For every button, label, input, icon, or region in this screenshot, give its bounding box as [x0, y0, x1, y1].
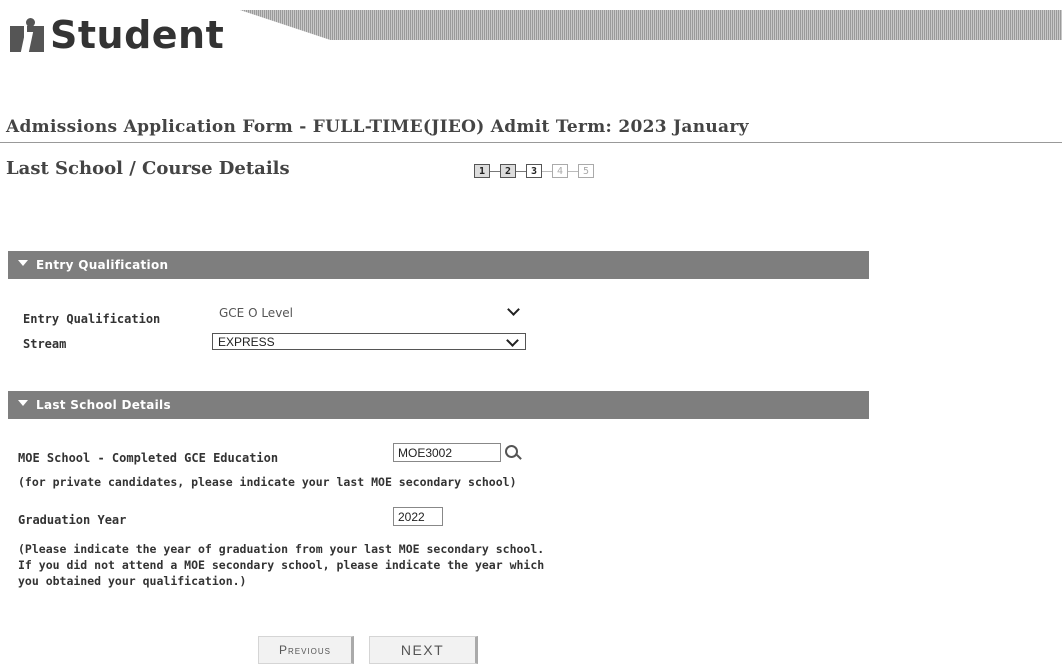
entry-qualification-value: GCE O Level: [219, 306, 294, 320]
title-divider: [0, 142, 1062, 143]
form-title: Admissions Application Form - FULL-TIME(…: [6, 117, 749, 137]
entry-qualification-label: Entry Qualification: [23, 312, 161, 326]
section-title: Last School Details: [36, 398, 171, 412]
next-button[interactable]: NEXT: [369, 636, 478, 664]
previous-button[interactable]: Previous: [258, 636, 354, 664]
moe-school-input[interactable]: MOE3002: [393, 443, 501, 462]
graduation-year-input[interactable]: 2022: [393, 507, 443, 526]
stream-select-value: EXPRESS: [218, 334, 275, 349]
chevron-down-icon[interactable]: [507, 303, 520, 316]
logo-text: Student: [50, 13, 225, 57]
page-title: Last School / Course Details: [6, 158, 290, 179]
header-banner: [240, 10, 1062, 40]
graduation-year-value: 2022: [398, 509, 425, 524]
moe-school-value: MOE3002: [398, 445, 453, 460]
stream-label: Stream: [23, 337, 67, 351]
collapse-triangle-icon: [18, 260, 28, 266]
search-icon[interactable]: [505, 444, 522, 462]
stream-select[interactable]: EXPRESS: [212, 333, 526, 350]
entry-qualification-section-header[interactable]: Entry Qualification: [8, 251, 869, 279]
student-logo: Student: [10, 8, 224, 62]
step-5: 5: [578, 164, 594, 178]
collapse-triangle-icon: [18, 400, 28, 406]
graduation-note-line-1: (Please indicate the year of graduation …: [18, 542, 545, 556]
moe-school-note: (for private candidates, please indicate…: [18, 475, 517, 489]
graduation-year-label: Graduation Year: [18, 513, 127, 527]
step-indicator: 1 2 3 4 5: [474, 164, 594, 178]
step-1[interactable]: 1: [474, 164, 490, 178]
step-2[interactable]: 2: [500, 164, 516, 178]
graduation-note-line-2: If you did not attend a MOE secondary sc…: [18, 558, 545, 572]
last-school-section-header[interactable]: Last School Details: [8, 391, 869, 419]
step-4: 4: [552, 164, 568, 178]
step-3: 3: [526, 164, 542, 178]
graduation-note-line-3: you obtained your qualification.): [18, 574, 247, 588]
section-title: Entry Qualification: [36, 258, 169, 272]
student-logo-icon: [10, 18, 44, 52]
moe-school-label: MOE School - Completed GCE Education: [18, 451, 279, 465]
